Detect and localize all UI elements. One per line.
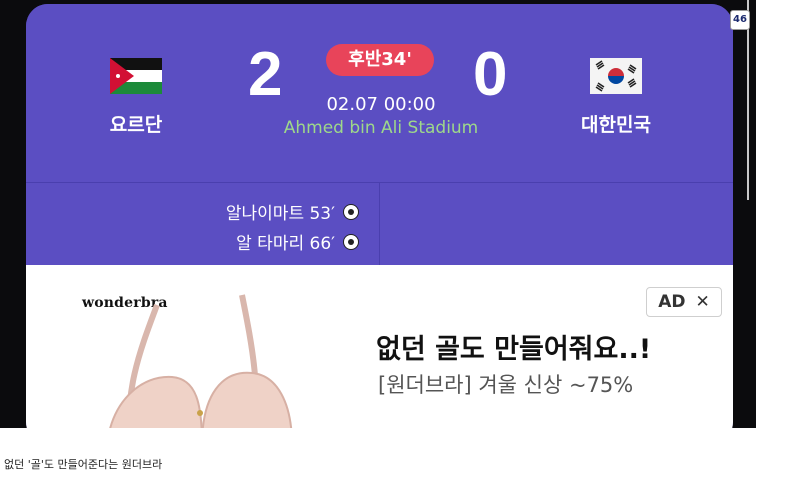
page-counter-badge: 46: [730, 10, 750, 30]
screenshot-frame: 요르단 2 후반34' 02.07 00:00 Ahmed bin Ali St…: [0, 0, 756, 428]
scorer-text: 알 타마리 66′: [236, 234, 335, 254]
scorers-panel: 알나이마트 53′ 알 타마리 66′: [26, 183, 733, 265]
ad-subline: [원더브라] 겨울 신상 ~75%: [378, 373, 634, 397]
jordan-flag-icon: [110, 58, 162, 94]
scorer-text: 알나이마트 53′: [225, 204, 335, 224]
away-team[interactable]: 대한민국: [556, 58, 676, 137]
stadium-name: Ahmed bin Ali Stadium: [283, 118, 479, 138]
home-score: 2: [248, 40, 283, 109]
ad-label: AD: [658, 292, 686, 312]
ad-badge[interactable]: AD ✕: [646, 287, 722, 317]
korea-flag-icon: [590, 58, 642, 94]
image-caption: 없던 '골'도 만들어준다는 원더브라: [4, 458, 163, 471]
scorer-item: 알 타마리 66′: [236, 229, 359, 254]
match-datetime: 02.07 00:00: [326, 94, 436, 115]
divider: [379, 183, 380, 265]
close-icon[interactable]: ✕: [696, 292, 710, 312]
home-team[interactable]: 요르단: [76, 58, 196, 137]
away-team-name: 대한민국: [581, 114, 651, 136]
ad-banner[interactable]: wonderbra AD ✕ 없던 골도 만들어줘요..! [원더브라] 겨울 …: [26, 265, 733, 428]
scrollbar[interactable]: [747, 0, 749, 200]
soccer-ball-icon: [343, 233, 359, 250]
match-card[interactable]: 요르단 2 후반34' 02.07 00:00 Ahmed bin Ali St…: [26, 4, 733, 428]
away-score: 0: [473, 40, 508, 109]
scorer-item: 알나이마트 53′: [226, 199, 359, 224]
score-panel: 요르단 2 후반34' 02.07 00:00 Ahmed bin Ali St…: [26, 4, 733, 182]
home-team-name: 요르단: [109, 114, 163, 136]
ad-headline: 없던 골도 만들어줘요..!: [376, 334, 652, 365]
soccer-ball-icon: [343, 203, 359, 220]
match-status-badge: 후반34': [326, 44, 434, 76]
product-image: [109, 294, 292, 428]
